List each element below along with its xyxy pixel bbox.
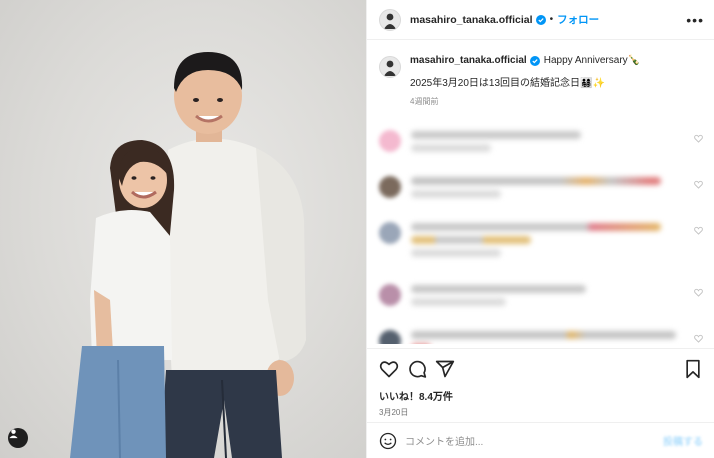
list-item — [367, 214, 714, 276]
avatar[interactable] — [379, 130, 401, 152]
post-header: masahiro_tanaka.official • フォロー ••• — [367, 0, 714, 40]
heart-icon[interactable] — [694, 334, 703, 343]
verified-badge-icon — [529, 56, 540, 66]
avatar[interactable] — [379, 284, 401, 306]
caption-timestamp[interactable]: 4週間前 — [410, 95, 640, 109]
like-count[interactable]: いいね！8.4万件 — [379, 388, 703, 403]
avatar[interactable] — [379, 222, 401, 244]
post-caption: masahiro_tanaka.official Happy Anniversa… — [367, 40, 714, 109]
avatar[interactable] — [379, 56, 401, 78]
comment-list[interactable] — [367, 122, 714, 344]
heart-icon[interactable] — [694, 134, 703, 143]
more-options-icon[interactable]: ••• — [686, 12, 704, 28]
post-actions: いいね！8.4万件 3月20日 — [367, 348, 714, 418]
heart-icon[interactable] — [379, 359, 399, 379]
heart-icon[interactable] — [694, 226, 703, 235]
heart-icon[interactable] — [694, 288, 703, 297]
user-tag-icon[interactable] — [8, 428, 28, 448]
header-username[interactable]: masahiro_tanaka.official — [410, 14, 533, 26]
list-item — [367, 276, 714, 322]
post-side-panel: masahiro_tanaka.official • フォロー ••• masa… — [366, 0, 714, 458]
verified-badge-icon — [535, 14, 546, 25]
caption-username[interactable]: masahiro_tanaka.official — [410, 54, 527, 68]
add-comment-bar: コメントを追加... 投稿する — [367, 422, 714, 458]
post-photo[interactable] — [0, 0, 366, 458]
caption-text: Happy Anniversary🍾 — [543, 55, 641, 66]
post-comment-button[interactable]: 投稿する — [663, 433, 703, 448]
list-item — [367, 168, 714, 214]
comment-input[interactable]: コメントを追加... — [405, 433, 483, 448]
couple-photo-illustration — [70, 52, 306, 458]
list-item — [367, 322, 714, 344]
comment-icon[interactable] — [407, 359, 427, 379]
caption-text-line2: 2025年3月20日は13回目の結婚記念日👨‍👩‍👧‍👦✨ — [410, 78, 605, 89]
list-item — [367, 122, 714, 168]
heart-icon[interactable] — [694, 180, 703, 189]
bookmark-icon[interactable] — [683, 359, 703, 379]
follow-button[interactable]: フォロー — [557, 12, 599, 27]
avatar[interactable] — [379, 176, 401, 198]
avatar[interactable] — [379, 330, 401, 344]
separator-dot: • — [549, 14, 554, 25]
avatar[interactable] — [379, 8, 401, 31]
smile-icon[interactable] — [379, 432, 397, 450]
share-icon[interactable] — [435, 359, 455, 379]
post-date[interactable]: 3月20日 — [379, 407, 703, 418]
